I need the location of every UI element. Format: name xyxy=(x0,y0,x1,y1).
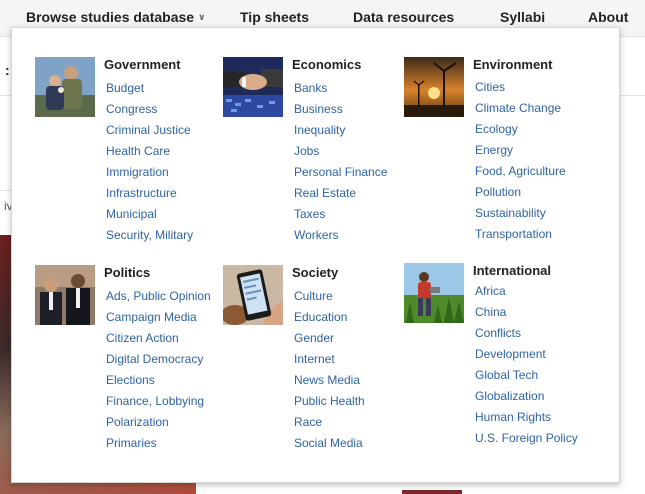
menu-link[interactable]: Immigration xyxy=(106,162,193,183)
menu-link[interactable]: Race xyxy=(294,412,365,433)
nav-browse-studies-label: Browse studies database xyxy=(26,9,195,25)
menu-link[interactable]: Finance, Lobbying xyxy=(106,391,211,412)
menu-link[interactable]: Taxes xyxy=(294,204,387,225)
nav-tip-sheets[interactable]: Tip sheets xyxy=(240,9,309,25)
menu-link[interactable]: Public Health xyxy=(294,391,365,412)
menu-link[interactable]: Polarization xyxy=(106,412,211,433)
menu-link[interactable]: Infrastructure xyxy=(106,183,193,204)
menu-link[interactable]: Security, Military xyxy=(106,225,193,246)
menu-link[interactable]: Real Estate xyxy=(294,183,387,204)
menu-link[interactable]: Ecology xyxy=(475,119,566,140)
menu-link[interactable]: Inequality xyxy=(294,120,387,141)
menu-link[interactable]: Development xyxy=(475,344,578,365)
section-heading: Government xyxy=(104,57,181,72)
section-heading: Economics xyxy=(292,57,362,72)
section-heading: Politics xyxy=(104,265,151,280)
menu-link[interactable]: Cities xyxy=(475,77,566,98)
menu-link[interactable]: Primaries xyxy=(106,433,211,454)
menu-link[interactable]: Health Care xyxy=(106,141,193,162)
menu-link[interactable]: Globalization xyxy=(475,386,578,407)
menu-link[interactable]: Criminal Justice xyxy=(106,120,193,141)
economics-thumbnail[interactable] xyxy=(223,57,283,117)
menu-link[interactable]: Social Media xyxy=(294,433,365,454)
menu-link[interactable]: Education xyxy=(294,307,365,328)
section-heading: Society xyxy=(292,265,339,280)
section-heading: Environment xyxy=(473,57,553,72)
nav-about[interactable]: About xyxy=(588,9,628,25)
menu-link[interactable]: Culture xyxy=(294,286,365,307)
menu-link[interactable]: Internet xyxy=(294,349,365,370)
section-link-list: Cities Climate Change Ecology Energy Foo… xyxy=(475,77,566,245)
menu-link[interactable]: Global Tech xyxy=(475,365,578,386)
politics-thumbnail[interactable] xyxy=(35,265,95,325)
menu-link[interactable]: Budget xyxy=(106,78,193,99)
menu-link[interactable]: U.S. Foreign Policy xyxy=(475,428,578,449)
section-link-list: Budget Congress Criminal Justice Health … xyxy=(106,78,193,246)
menu-link[interactable]: Congress xyxy=(106,99,193,120)
section-link-list: Banks Business Inequality Jobs Personal … xyxy=(294,78,387,246)
nav-browse-studies[interactable]: Browse studies database ∨ xyxy=(26,9,205,25)
menu-link[interactable]: Food, Agriculture xyxy=(475,161,566,182)
menu-link[interactable]: Elections xyxy=(106,370,211,391)
menu-link[interactable]: Business xyxy=(294,99,387,120)
menu-link[interactable]: Gender xyxy=(294,328,365,349)
menu-link[interactable]: News Media xyxy=(294,370,365,391)
nav-data-resources[interactable]: Data resources xyxy=(353,9,454,25)
menu-link[interactable]: Pollution xyxy=(475,182,566,203)
background-text: : xyxy=(5,62,10,78)
menu-link[interactable]: Personal Finance xyxy=(294,162,387,183)
section-heading: International xyxy=(473,263,552,278)
menu-link[interactable]: China xyxy=(475,302,578,323)
menu-link[interactable]: Transportation xyxy=(475,224,566,245)
menu-link[interactable]: Human Rights xyxy=(475,407,578,428)
government-thumbnail[interactable] xyxy=(35,57,95,117)
browse-dropdown-menu: Government Budget Congress Criminal Just… xyxy=(11,27,620,483)
section-link-list: Africa China Conflicts Development Globa… xyxy=(475,281,578,449)
menu-link[interactable]: Africa xyxy=(475,281,578,302)
menu-link[interactable]: Workers xyxy=(294,225,387,246)
international-thumbnail[interactable] xyxy=(404,263,464,323)
menu-link[interactable]: Energy xyxy=(475,140,566,161)
nav-syllabi[interactable]: Syllabi xyxy=(500,9,545,25)
menu-link[interactable]: Conflicts xyxy=(475,323,578,344)
menu-link[interactable]: Climate Change xyxy=(475,98,566,119)
menu-link[interactable]: Municipal xyxy=(106,204,193,225)
society-thumbnail[interactable] xyxy=(223,265,283,325)
menu-link[interactable]: Campaign Media xyxy=(106,307,211,328)
menu-link[interactable]: Digital Democracy xyxy=(106,349,211,370)
environment-thumbnail[interactable] xyxy=(404,57,464,117)
background-button xyxy=(402,490,462,494)
chevron-down-icon: ∨ xyxy=(198,12,206,22)
menu-link[interactable]: Sustainability xyxy=(475,203,566,224)
menu-link[interactable]: Ads, Public Opinion xyxy=(106,286,211,307)
section-link-list: Ads, Public Opinion Campaign Media Citiz… xyxy=(106,286,211,454)
menu-link[interactable]: Jobs xyxy=(294,141,387,162)
section-link-list: Culture Education Gender Internet News M… xyxy=(294,286,365,454)
menu-link[interactable]: Banks xyxy=(294,78,387,99)
menu-link[interactable]: Citizen Action xyxy=(106,328,211,349)
